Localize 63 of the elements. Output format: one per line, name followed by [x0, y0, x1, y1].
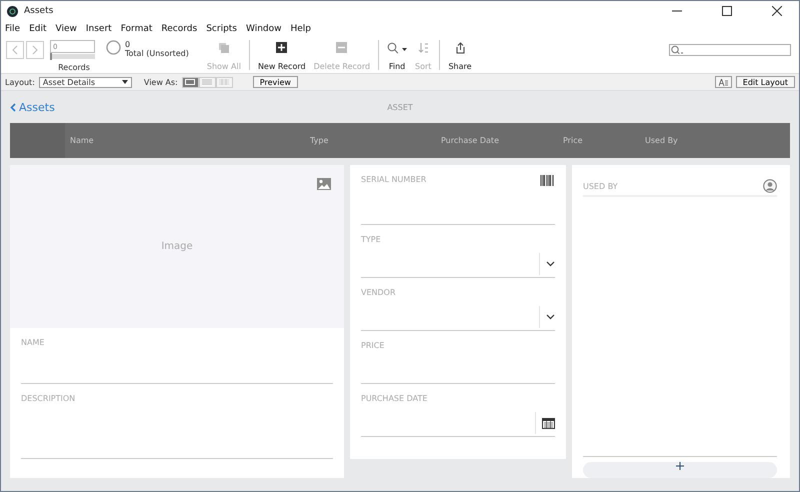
close-icon: [772, 6, 782, 16]
column-header: Purchase Date: [440, 136, 500, 145]
next-button[interactable]: [26, 41, 44, 59]
menu-item[interactable]: File: [5, 24, 20, 34]
share-icon: [454, 42, 466, 54]
menu-item[interactable]: Window: [246, 24, 282, 34]
used-by-label: USED BY: [583, 182, 618, 190]
person-icon: [763, 179, 777, 193]
previous-button[interactable]: [6, 41, 24, 59]
layout-dropdown[interactable]: Asset Details: [38, 76, 132, 88]
column-header: Type: [309, 136, 330, 145]
menu-item[interactable]: Format: [120, 24, 152, 34]
search-icon: [387, 42, 408, 54]
remove-icon: [336, 42, 348, 53]
stack-icon: [218, 42, 230, 54]
pie-chart-icon: [106, 40, 121, 55]
calendar-icon: [542, 418, 555, 428]
maximize-icon: [722, 6, 732, 16]
chevron-left-icon: [12, 45, 18, 55]
find-button[interactable]: Find: [383, 37, 412, 73]
menu-item[interactable]: Help: [290, 24, 312, 34]
list-view-icon: [202, 79, 212, 85]
column-header: Used By: [644, 136, 679, 145]
format-bar-button[interactable]: [714, 76, 732, 88]
dropdown-arrow-icon: [122, 80, 128, 84]
image-placeholder: Image: [161, 241, 193, 252]
record-slider[interactable]: [50, 54, 95, 59]
view-as-label: View As:: [144, 78, 178, 86]
sort-icon: [418, 42, 429, 54]
add-row-button[interactable]: [583, 462, 777, 478]
plus-icon: [676, 462, 684, 470]
preview-button[interactable]: Preview: [252, 76, 298, 88]
window-title: Assets: [24, 6, 54, 16]
share-button[interactable]: Share: [444, 37, 476, 73]
add-icon: [276, 42, 288, 53]
view-mode-tab[interactable]: [182, 76, 199, 88]
chevron-down-icon: [546, 261, 555, 267]
column-header: Price: [562, 136, 584, 145]
text-format-icon: [718, 78, 728, 86]
menu-item[interactable]: Scripts: [206, 24, 237, 34]
menu-item[interactable]: Insert: [86, 24, 112, 34]
chevron-right-icon: [32, 45, 38, 55]
layout-label: Layout:: [5, 78, 35, 86]
records-label: Records: [58, 63, 90, 72]
form-view-icon: [185, 79, 196, 85]
menu-item[interactable]: View: [56, 24, 77, 34]
menu-item[interactable]: Edit: [29, 24, 46, 34]
minimize-icon: [672, 10, 682, 12]
edit-layout-button[interactable]: Edit Layout: [736, 76, 795, 88]
found-count: 0: [125, 40, 132, 49]
search-icon: [670, 45, 684, 55]
chevron-down-icon: [546, 314, 555, 320]
column-header: Name: [69, 136, 95, 145]
chevron-left-icon: [10, 102, 16, 112]
barcode-icon: [540, 175, 555, 186]
search-field[interactable]: [669, 44, 791, 56]
app-icon: [7, 6, 18, 16]
layout-title: ASSET: [387, 102, 413, 112]
table-view-icon: [219, 79, 230, 85]
picture-icon: [317, 178, 331, 190]
found-status: Total (Unsorted): [125, 49, 189, 58]
new-record-button[interactable]: New Record: [254, 37, 310, 73]
menu-item[interactable]: Records: [161, 24, 198, 34]
